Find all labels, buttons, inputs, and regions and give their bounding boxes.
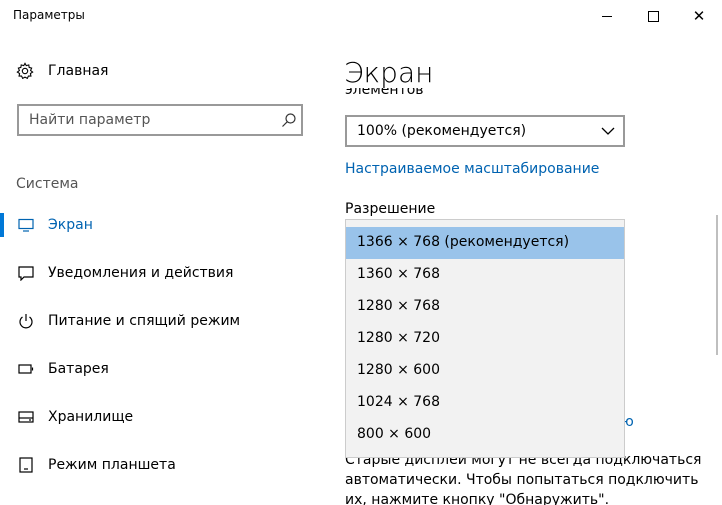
notification-icon bbox=[18, 266, 34, 281]
scrolled-text-fragment: элементов bbox=[345, 88, 645, 106]
battery-icon bbox=[18, 364, 34, 374]
title-bar: Параметры ✕ bbox=[0, 0, 722, 32]
sidebar-item-notifications[interactable]: Уведомления и действия bbox=[0, 253, 320, 293]
active-indicator bbox=[0, 213, 4, 237]
scrolled-text: элементов bbox=[345, 88, 424, 98]
minimize-icon bbox=[602, 15, 612, 17]
maximize-button[interactable] bbox=[630, 0, 676, 32]
resolution-option-label: 1280 × 720 bbox=[357, 330, 440, 346]
sidebar-item-battery[interactable]: Батарея bbox=[0, 349, 320, 389]
resolution-option-label: 1360 × 768 bbox=[357, 266, 440, 282]
settings-window: Параметры ✕ Главная Найти параметр Систе… bbox=[0, 0, 722, 505]
resolution-option-label: 1280 × 768 bbox=[357, 298, 440, 314]
resolution-option[interactable]: 1280 × 600 bbox=[346, 355, 624, 387]
sidebar-item-label: Питание и спящий режим bbox=[48, 313, 241, 329]
resolution-option[interactable]: 1280 × 720 bbox=[346, 323, 624, 355]
sidebar-item-storage[interactable]: Хранилище bbox=[0, 397, 320, 437]
chevron-down-icon bbox=[601, 127, 615, 135]
home-nav-item[interactable]: Главная bbox=[16, 62, 108, 80]
resolution-option-label: 1366 × 768 (рекомендуется) bbox=[357, 234, 570, 250]
search-input[interactable]: Найти параметр bbox=[17, 104, 303, 136]
resolution-label: Разрешение bbox=[345, 201, 436, 217]
resolution-option-label: 800 × 600 bbox=[357, 426, 432, 442]
sidebar-item-label: Уведомления и действия bbox=[48, 265, 234, 281]
sidebar-item-tablet-mode[interactable]: Режим планшета bbox=[0, 445, 320, 485]
sidebar-item-label: Батарея bbox=[48, 361, 109, 377]
partial-link[interactable]: ю bbox=[622, 411, 652, 431]
tablet-icon bbox=[19, 457, 33, 473]
sidebar-item-display[interactable]: Экран bbox=[0, 205, 320, 245]
page-title: Экран bbox=[344, 56, 434, 89]
gear-icon bbox=[16, 62, 34, 80]
close-button[interactable]: ✕ bbox=[676, 0, 722, 32]
monitor-icon bbox=[18, 218, 34, 232]
search-placeholder: Найти параметр bbox=[29, 112, 151, 128]
resolution-option[interactable]: 1024 × 768 bbox=[346, 387, 624, 419]
resolution-option[interactable]: 800 × 600 bbox=[346, 419, 624, 451]
window-title: Параметры bbox=[13, 8, 85, 22]
sidebar-item-label: Хранилище bbox=[48, 409, 134, 425]
scrollbar[interactable] bbox=[716, 215, 718, 355]
custom-scaling-link[interactable]: Настраиваемое масштабирование bbox=[345, 161, 599, 177]
resolution-option-label: 1280 × 600 bbox=[357, 362, 440, 378]
resolution-dropdown-list[interactable]: 1366 × 768 (рекомендуется) 1360 × 768 12… bbox=[345, 219, 625, 458]
scale-value: 100% (рекомендуется) bbox=[357, 123, 527, 139]
sidebar-item-label: Экран bbox=[48, 217, 93, 233]
search-icon[interactable] bbox=[281, 112, 297, 128]
minimize-button[interactable] bbox=[584, 0, 630, 32]
resolution-option[interactable]: 1280 × 768 bbox=[346, 291, 624, 323]
resolution-option[interactable]: 1366 × 768 (рекомендуется) bbox=[346, 227, 624, 259]
section-label-system: Система bbox=[16, 176, 79, 192]
sidebar-item-label: Режим планшета bbox=[48, 457, 176, 473]
detect-description: Старые дисплеи могут не всегда подключат… bbox=[345, 452, 702, 505]
storage-icon bbox=[18, 411, 34, 423]
close-icon: ✕ bbox=[692, 6, 706, 25]
power-icon bbox=[19, 314, 33, 329]
home-label: Главная bbox=[48, 63, 109, 79]
maximize-icon bbox=[647, 10, 659, 22]
resolution-option[interactable]: 1360 × 768 bbox=[346, 259, 624, 291]
scale-dropdown[interactable]: 100% (рекомендуется) bbox=[345, 115, 625, 147]
sidebar-item-power[interactable]: Питание и спящий режим bbox=[0, 301, 320, 341]
resolution-option-label: 1024 × 768 bbox=[357, 394, 440, 410]
